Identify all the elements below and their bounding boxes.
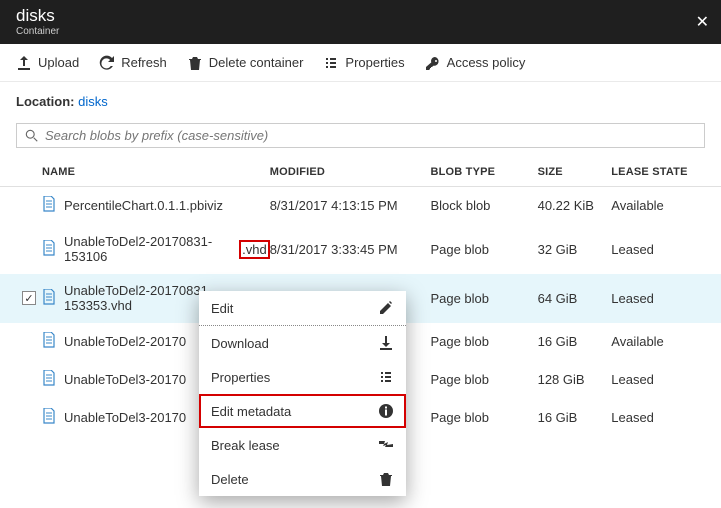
- menu-break-lease-label: Break lease: [211, 438, 280, 453]
- search-input[interactable]: [45, 128, 696, 143]
- cell-blobtype: Page blob: [430, 291, 537, 306]
- window-header: disks Container ✕: [0, 0, 721, 44]
- cell-size: 40.22 KiB: [538, 198, 612, 213]
- pencil-icon: [378, 300, 394, 316]
- file-icon: [42, 408, 56, 427]
- cell-lease: Leased: [611, 372, 705, 387]
- info-icon: [378, 403, 394, 419]
- location-label: Location:: [16, 94, 78, 109]
- cell-blobtype: Page blob: [430, 242, 537, 257]
- cell-blobtype: Page blob: [430, 334, 537, 349]
- window-title: disks: [16, 7, 59, 24]
- cell-modified: 8/31/2017 3:33:45 PM: [270, 242, 431, 257]
- table-row[interactable]: UnableToDel2-20170831-153106 .vhd8/31/201…: [0, 225, 721, 274]
- cell-modified: 8/31/2017 4:13:15 PM: [270, 198, 431, 213]
- col-header-size[interactable]: SIZE: [538, 166, 612, 178]
- location-link[interactable]: disks: [78, 94, 108, 109]
- menu-delete[interactable]: Delete: [199, 462, 406, 496]
- properties-button[interactable]: Properties: [315, 49, 412, 77]
- cell-size: 128 GiB: [538, 372, 612, 387]
- file-name: UnableToDel2-20170831-153106: [64, 234, 231, 264]
- refresh-button[interactable]: Refresh: [91, 49, 175, 77]
- file-icon: [42, 289, 56, 308]
- file-name: UnableToDel3-20170: [64, 410, 186, 425]
- col-header-modified[interactable]: MODIFIED: [270, 166, 431, 178]
- cell-lease: Available: [611, 198, 705, 213]
- search-container[interactable]: [16, 123, 705, 148]
- file-name: UnableToDel2-20170: [64, 334, 186, 349]
- properties-label: Properties: [345, 55, 404, 70]
- delete-container-label: Delete container: [209, 55, 304, 70]
- close-icon[interactable]: ✕: [696, 12, 709, 32]
- file-name: UnableToDel3-20170: [64, 372, 186, 387]
- refresh-label: Refresh: [121, 55, 167, 70]
- menu-properties[interactable]: Properties: [199, 360, 406, 394]
- cell-lease: Available: [611, 334, 705, 349]
- menu-break-lease[interactable]: Break lease: [199, 428, 406, 462]
- menu-edit[interactable]: Edit: [199, 291, 406, 326]
- table-row[interactable]: PercentileChart.0.1.1.pbiviz 8/31/2017 4:…: [0, 187, 721, 225]
- trash-icon: [187, 55, 203, 71]
- file-icon: [42, 332, 56, 351]
- location-bar: Location: disks: [0, 82, 721, 117]
- menu-edit-label: Edit: [211, 301, 233, 316]
- cell-lease: Leased: [611, 410, 705, 425]
- access-policy-label: Access policy: [447, 55, 526, 70]
- access-policy-button[interactable]: Access policy: [417, 49, 534, 77]
- menu-edit-metadata-label: Edit metadata: [211, 404, 291, 419]
- highlighted-extension: .vhd: [239, 240, 270, 259]
- upload-label: Upload: [38, 55, 79, 70]
- menu-delete-label: Delete: [211, 472, 249, 487]
- window-subtitle: Container: [16, 26, 59, 37]
- table-header-row: NAME MODIFIED BLOB TYPE SIZE LEASE STATE: [0, 158, 721, 187]
- col-header-lease[interactable]: LEASE STATE: [611, 166, 705, 178]
- cell-lease: Leased: [611, 291, 705, 306]
- menu-properties-label: Properties: [211, 370, 270, 385]
- delete-container-button[interactable]: Delete container: [179, 49, 312, 77]
- list-icon: [323, 55, 339, 71]
- cell-size: 32 GiB: [538, 242, 612, 257]
- cell-blobtype: Page blob: [430, 372, 537, 387]
- upload-button[interactable]: Upload: [8, 49, 87, 77]
- col-header-blobtype[interactable]: BLOB TYPE: [430, 166, 537, 178]
- refresh-icon: [99, 55, 115, 71]
- menu-edit-metadata[interactable]: Edit metadata: [199, 394, 406, 428]
- cell-lease: Leased: [611, 242, 705, 257]
- key-icon: [425, 55, 441, 71]
- list-icon: [378, 369, 394, 385]
- upload-icon: [16, 55, 32, 71]
- trash-icon: [378, 471, 394, 487]
- context-menu: Edit Download Properties Edit metadata B…: [199, 291, 406, 496]
- toolbar: Upload Refresh Delete container Properti…: [0, 44, 721, 82]
- menu-download-label: Download: [211, 336, 269, 351]
- cell-blobtype: Block blob: [430, 198, 537, 213]
- search-icon: [25, 129, 39, 143]
- row-checkbox[interactable]: [22, 291, 36, 305]
- file-name: PercentileChart.0.1.1.pbiviz: [64, 198, 223, 213]
- cell-size: 64 GiB: [538, 291, 612, 306]
- cell-size: 16 GiB: [538, 410, 612, 425]
- menu-download[interactable]: Download: [199, 326, 406, 360]
- file-icon: [42, 196, 56, 215]
- col-header-name[interactable]: NAME: [42, 166, 270, 178]
- download-icon: [378, 335, 394, 351]
- file-icon: [42, 240, 56, 259]
- break-icon: [378, 437, 394, 453]
- file-icon: [42, 370, 56, 389]
- cell-size: 16 GiB: [538, 334, 612, 349]
- cell-blobtype: Page blob: [430, 410, 537, 425]
